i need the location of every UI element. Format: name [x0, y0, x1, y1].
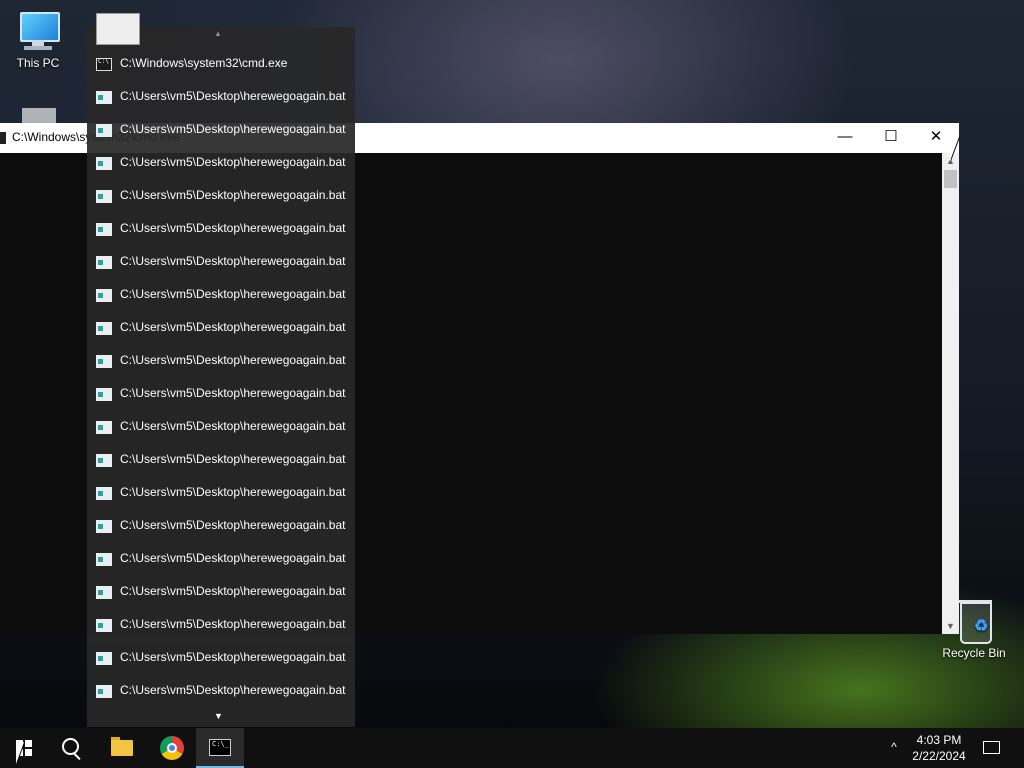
window-list-item[interactable]: C:\Users\vm5\Desktop\herewegoagain.bat — [87, 146, 355, 179]
clock-date: 2/22/2024 — [912, 749, 966, 763]
show-hidden-icons-chevron-icon[interactable]: ^ — [884, 740, 904, 756]
scroll-down-arrow-icon[interactable]: ▼ — [214, 711, 223, 721]
maximize-button[interactable]: ☐ — [868, 123, 914, 153]
batch-file-icon — [96, 256, 112, 269]
batch-file-icon — [96, 388, 112, 401]
window-list-item-label: C:\Users\vm5\Desktop\herewegoagain.bat — [120, 485, 346, 499]
window-list-item-label: C:\Users\vm5\Desktop\herewegoagain.bat — [120, 353, 346, 367]
window-list-item-label: C:\Users\vm5\Desktop\herewegoagain.bat — [120, 518, 346, 532]
window-list-item[interactable]: C:\Users\vm5\Desktop\herewegoagain.bat — [87, 509, 355, 542]
window-list-item-label: C:\Users\vm5\Desktop\herewegoagain.bat — [120, 89, 346, 103]
mouse-cursor-icon — [16, 742, 24, 764]
window-list-item-label: C:\Users\vm5\Desktop\herewegoagain.bat — [120, 188, 346, 202]
batch-file-icon — [96, 652, 112, 665]
window-list-item-label: C:\Users\vm5\Desktop\herewegoagain.bat — [120, 287, 346, 301]
computer-icon — [14, 10, 62, 52]
batch-file-icon — [96, 91, 112, 104]
window-list-item-label: C:\Users\vm5\Desktop\herewegoagain.bat — [120, 320, 346, 334]
batch-file-icon — [96, 685, 112, 698]
window-list-item[interactable]: C:\Users\vm5\Desktop\herewegoagain.bat — [87, 311, 355, 344]
scroll-down-arrow-icon[interactable]: ▼ — [942, 618, 959, 634]
clock[interactable]: 4:03 PM 2/22/2024 — [906, 732, 972, 764]
start-button[interactable] — [0, 728, 48, 768]
minimize-button[interactable]: — — [822, 123, 868, 153]
batch-file-icon — [96, 619, 112, 632]
clock-time: 4:03 PM — [916, 733, 962, 747]
command-prompt-taskbar-button[interactable]: C:\_ — [196, 728, 244, 768]
action-center-button[interactable] — [978, 738, 1004, 760]
window-list-item-label: C:\Users\vm5\Desktop\herewegoagain.bat — [120, 155, 346, 169]
search-button[interactable] — [48, 728, 96, 768]
window-list-item[interactable]: C:\Users\vm5\Desktop\herewegoagain.bat — [87, 344, 355, 377]
cmd-icon: C:\_ — [209, 739, 231, 756]
window-preview-thumbnail[interactable] — [96, 13, 140, 45]
window-list-item[interactable]: C:\Users\vm5\Desktop\herewegoagain.bat — [87, 212, 355, 245]
window-list-item[interactable]: C:\Users\vm5\Desktop\herewegoagain.bat — [87, 476, 355, 509]
file-explorer-button[interactable] — [98, 728, 146, 768]
batch-file-icon — [96, 553, 112, 566]
batch-file-icon — [96, 223, 112, 236]
window-list-item-label: C:\Users\vm5\Desktop\herewegoagain.bat — [120, 683, 346, 697]
scroll-up-arrow-icon[interactable]: ▲ — [214, 29, 222, 38]
window-list-item-label: C:\Users\vm5\Desktop\herewegoagain.bat — [120, 386, 346, 400]
window-list-item[interactable]: C:\Users\vm5\Desktop\herewegoagain.bat — [87, 443, 355, 476]
scroll-thumb[interactable] — [944, 170, 957, 188]
this-pc-label: This PC — [16, 56, 60, 70]
vertical-scrollbar[interactable]: ▲ ▼ — [942, 153, 959, 634]
window-list-item[interactable]: C:\Users\vm5\Desktop\herewegoagain.bat — [87, 278, 355, 311]
window-list-item[interactable]: C:\Users\vm5\Desktop\herewegoagain.bat — [87, 245, 355, 278]
cmd-icon — [96, 58, 112, 71]
batch-file-icon — [96, 289, 112, 302]
window-list-item[interactable]: C:\Users\vm5\Desktop\herewegoagain.bat — [87, 575, 355, 608]
batch-file-icon — [96, 520, 112, 533]
window-list-item-label: C:\Users\vm5\Desktop\herewegoagain.bat — [120, 452, 346, 466]
window-list-item-label: C:\Users\vm5\Desktop\herewegoagain.bat — [120, 221, 346, 235]
window-list-item-label: C:\Users\vm5\Desktop\herewegoagain.bat — [120, 254, 346, 268]
window-list-item[interactable]: C:\Users\vm5\Desktop\herewegoagain.bat — [87, 674, 355, 707]
window-list-item[interactable]: C:\Users\vm5\Desktop\herewegoagain.bat — [87, 641, 355, 674]
window-list: C:\Windows\system32\cmd.exe C:\Users\vm5\… — [87, 47, 355, 707]
window-list-item-label: C:\Windows\system32\cmd.exe — [120, 56, 288, 70]
window-list-item-label: C:\Users\vm5\Desktop\herewegoagain.bat — [120, 122, 346, 136]
chrome-button[interactable] — [148, 728, 196, 768]
window-list-item[interactable]: C:\Windows\system32\cmd.exe — [87, 47, 355, 80]
window-list-item[interactable]: C:\Users\vm5\Desktop\herewegoagain.bat — [87, 377, 355, 410]
window-list-item[interactable]: C:\Users\vm5\Desktop\herewegoagain.bat — [87, 80, 355, 113]
this-pc-desktop-icon[interactable]: This PC — [6, 10, 70, 70]
taskbar: C:\_ ^ 4:03 PM 2/22/2024 — [0, 728, 1024, 768]
batch-file-icon — [96, 157, 112, 170]
mouse-cursor-icon — [950, 137, 959, 161]
batch-file-icon — [96, 421, 112, 434]
cmd-icon — [0, 132, 6, 144]
window-list-item-label: C:\Users\vm5\Desktop\herewegoagain.bat — [120, 584, 346, 598]
batch-file-icon — [96, 487, 112, 500]
batch-file-icon — [96, 322, 112, 335]
window-list-item-label: C:\Users\vm5\Desktop\herewegoagain.bat — [120, 650, 346, 664]
window-list-item-label: C:\Users\vm5\Desktop\herewegoagain.bat — [120, 617, 346, 631]
batch-file-icon — [96, 454, 112, 467]
batch-file-icon — [96, 355, 112, 368]
batch-file-icon — [96, 586, 112, 599]
batch-file-icon — [96, 190, 112, 203]
window-list-item[interactable]: C:\Users\vm5\Desktop\herewegoagain.bat — [87, 410, 355, 443]
recycle-bin-label: Recycle Bin — [942, 646, 1006, 660]
batch-file-icon — [96, 124, 112, 137]
notification-icon — [983, 741, 1000, 754]
window-list-item[interactable]: C:\Users\vm5\Desktop\herewegoagain.bat — [87, 542, 355, 575]
window-thumbnail-list: ▲ C:\Windows\system32\cmd.exe C:\Users\vm… — [87, 13, 355, 727]
window-list-item[interactable]: C:\Users\vm5\Desktop\herewegoagain.bat — [87, 179, 355, 212]
window-list-item[interactable]: C:\Users\vm5\Desktop\herewegoagain.bat — [87, 113, 355, 146]
window-list-item[interactable]: C:\Users\vm5\Desktop\herewegoagain.bat — [87, 608, 355, 641]
window-list-item-label: C:\Users\vm5\Desktop\herewegoagain.bat — [120, 551, 346, 565]
window-list-item-label: C:\Users\vm5\Desktop\herewegoagain.bat — [120, 419, 346, 433]
